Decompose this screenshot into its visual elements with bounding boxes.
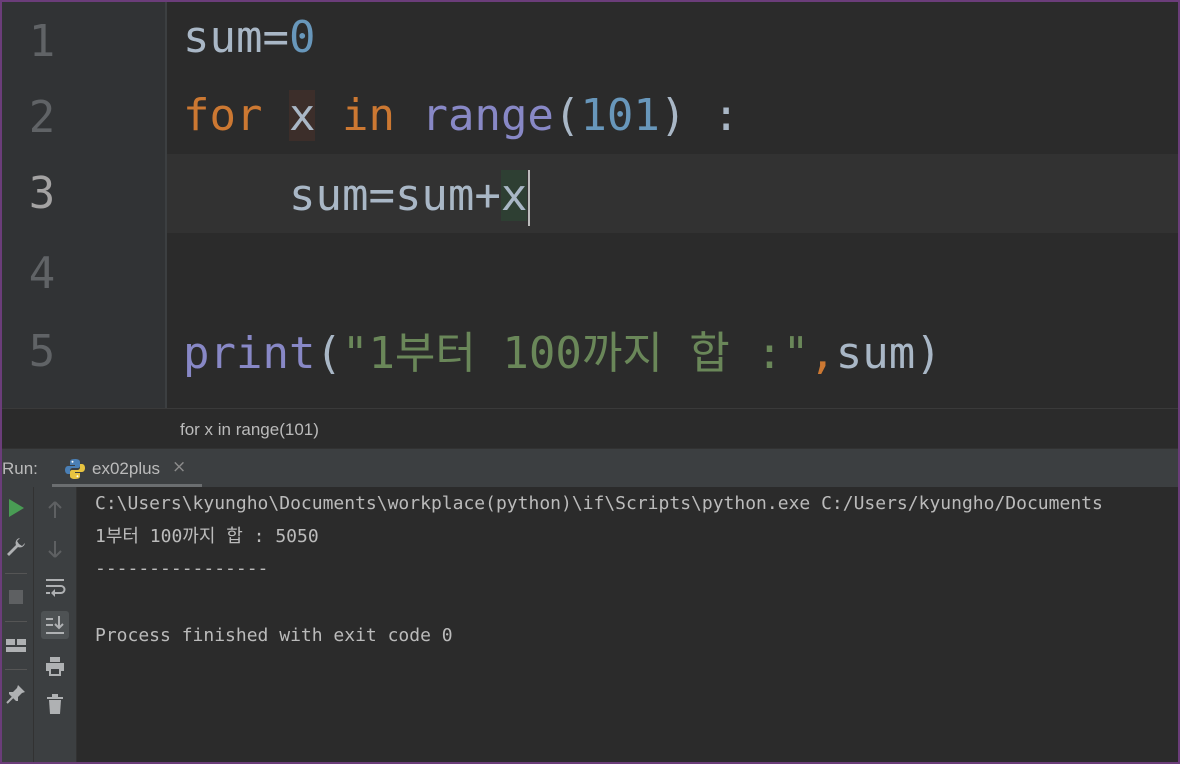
stop-icon[interactable] (2, 583, 30, 611)
token-builtin-print: print (183, 328, 316, 379)
token-comma: , (809, 328, 836, 379)
console-line: Process finished with exit code 0 (95, 625, 453, 646)
token-variable-x: x (500, 170, 528, 221)
run-tool-window-header: Run: ex02plus × (2, 448, 1178, 488)
code-editor[interactable]: 1 2 3 4 5 sum=0 for x in range(101) : su… (2, 2, 1178, 408)
line-number: 5 (28, 326, 56, 377)
line-number: 4 (28, 248, 56, 299)
console-line: C:\Users\kyungho\Documents\workplace(pyt… (95, 493, 1103, 514)
token-variable-x: x (288, 90, 316, 141)
console-output[interactable]: C:\Users\kyungho\Documents\workplace(pyt… (77, 487, 1178, 762)
breadcrumb[interactable]: for x in range(101) (2, 408, 1178, 449)
play-icon[interactable] (2, 494, 30, 522)
line-number: 1 (28, 16, 56, 67)
token-string: "1부터 100까지 합 :" (341, 328, 810, 379)
token-identifier: sum (183, 12, 263, 63)
token-keyword-for: for (183, 90, 263, 141)
token-paren: ( (553, 90, 581, 141)
token-keyword-in: in (341, 90, 395, 141)
token-identifier: sum (288, 170, 369, 221)
text-caret (528, 170, 531, 226)
arrow-down-icon[interactable] (41, 535, 69, 563)
toolbar-separator (5, 573, 27, 574)
token-number: 0 (288, 12, 316, 63)
line-number: 2 (28, 92, 56, 143)
line-number-gutter: 1 2 3 4 5 (2, 2, 165, 408)
token-number: 101 (580, 90, 660, 141)
token-paren: ) (915, 328, 942, 379)
console-line: 1부터 100까지 합 : 5050 (95, 526, 319, 547)
python-icon (65, 459, 85, 479)
toolbar-separator (5, 669, 27, 670)
token-builtin-range: range (421, 90, 554, 141)
token-paren: ) (659, 90, 687, 141)
wrench-icon[interactable] (2, 533, 30, 561)
token-identifier: sum (835, 328, 916, 379)
run-toolbar-primary (2, 487, 34, 762)
token-operator: = (262, 12, 289, 63)
token-expression: =sum+ (368, 170, 501, 221)
arrow-up-icon[interactable] (41, 496, 69, 524)
scroll-to-end-icon[interactable] (41, 611, 69, 639)
run-tab-label: ex02plus (92, 459, 161, 478)
token-paren: ( (315, 328, 342, 379)
code-line-3[interactable]: sum=sum+x (183, 156, 531, 235)
code-line-1[interactable]: sum=0 (183, 2, 315, 77)
layout-icon[interactable] (2, 631, 30, 659)
close-icon[interactable]: × (172, 457, 186, 477)
toolbar-separator (5, 621, 27, 622)
soft-wrap-icon[interactable] (41, 573, 69, 601)
print-icon[interactable] (41, 652, 69, 680)
line-number-current: 3 (28, 168, 56, 219)
token-colon: : (686, 90, 740, 141)
code-line-2[interactable]: for x in range(101) : (183, 76, 740, 155)
trash-icon[interactable] (41, 690, 69, 718)
run-toolbar-secondary (34, 487, 77, 762)
console-line: ---------------- (95, 558, 269, 579)
run-label: Run: (2, 459, 38, 478)
code-line-5[interactable]: print("1부터 100까지 합 :",sum) (183, 314, 942, 393)
run-tab-ex02plus[interactable]: ex02plus × (52, 449, 202, 488)
breadcrumb-item[interactable]: for x in range(101) (180, 420, 319, 440)
pin-icon[interactable] (2, 680, 30, 708)
